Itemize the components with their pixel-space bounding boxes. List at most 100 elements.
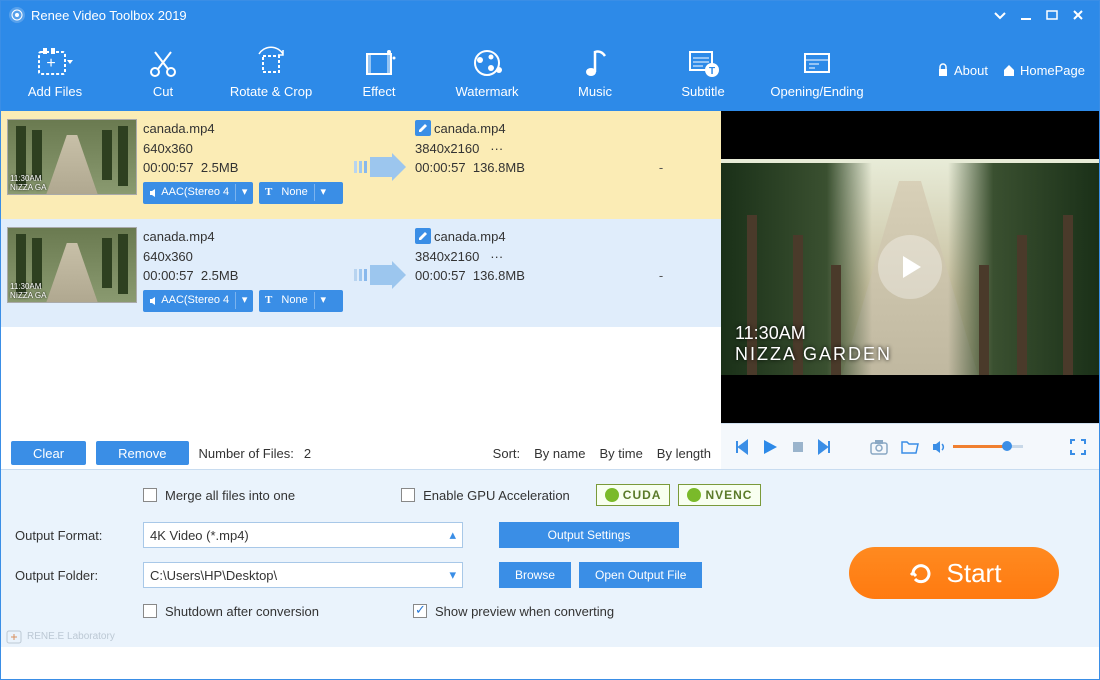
out-resolution: 3840x2160 [415, 141, 479, 156]
watermark-button[interactable]: Watermark [433, 42, 541, 99]
toolbtn-label: Add Files [1, 84, 109, 99]
speaker-icon [149, 296, 158, 306]
next-track-button[interactable] [817, 439, 833, 455]
play-button[interactable] [761, 438, 779, 456]
preview-panel: 11:30AM NIZZA GARDEN [721, 111, 1099, 469]
file-source-meta: canada.mp4 640x360 00:00:57 2.5MB AAC(St… [143, 227, 343, 323]
audio-track-dropdown[interactable]: AAC(Stereo 4▾ [143, 290, 253, 312]
cut-button[interactable]: Cut [109, 42, 217, 99]
out-more[interactable]: ··· [490, 141, 503, 156]
file-size: 2.5MB [201, 268, 239, 283]
out-more[interactable]: ··· [490, 249, 503, 264]
file-duration: 00:00:57 [143, 268, 194, 283]
gpu-accel-checkbox[interactable] [401, 488, 415, 502]
out-name: canada.mp4 [434, 229, 506, 244]
add-files-icon: + [1, 42, 109, 84]
music-button[interactable]: Music [541, 42, 649, 99]
file-output-meta: canada.mp4 3840x2160 ··· 00:00:57 136.8M… [415, 227, 605, 323]
stop-button[interactable] [791, 440, 805, 454]
output-settings-button[interactable]: Output Settings [499, 522, 679, 548]
open-folder-button[interactable] [901, 439, 919, 455]
opening-ending-button[interactable]: Opening/Ending [757, 42, 877, 99]
out-duration: 00:00:57 [415, 160, 466, 175]
chevron-down-icon: ▾ [449, 567, 456, 583]
output-format-label: Output Format: [15, 528, 135, 543]
shutdown-label: Shutdown after conversion [165, 604, 319, 619]
edit-icon[interactable] [415, 120, 431, 136]
volume-icon [931, 439, 947, 455]
merge-all-checkbox[interactable] [143, 488, 157, 502]
preview-overlay-text: 11:30AM NIZZA GARDEN [735, 323, 892, 365]
minimize-button[interactable] [1013, 5, 1039, 25]
add-files-button[interactable]: + Add Files [1, 42, 109, 99]
file-resolution: 640x360 [143, 247, 343, 267]
watermark-icon [433, 42, 541, 84]
cuda-badge: CUDA [596, 484, 671, 506]
sort-by-name[interactable]: By name [534, 446, 585, 461]
output-format-value: 4K Video (*.mp4) [150, 528, 249, 543]
home-icon [1002, 63, 1016, 77]
close-button[interactable] [1065, 5, 1091, 25]
toolbtn-label: Subtitle [649, 84, 757, 99]
audio-track-dropdown[interactable]: AAC(Stereo 4▾ [143, 182, 253, 204]
bottom-panel: Merge all files into one Enable GPU Acce… [1, 469, 1099, 647]
toolbtn-label: Watermark [433, 84, 541, 99]
toolbtn-label: Rotate & Crop [217, 84, 325, 99]
convert-arrow-icon [349, 227, 409, 323]
file-resolution: 640x360 [143, 139, 343, 159]
file-row[interactable]: 11:30AMNIZZA GA canada.mp4 640x360 00:00… [1, 219, 721, 327]
effect-button[interactable]: Effect [325, 42, 433, 99]
chevron-up-icon: ▴ [449, 527, 456, 543]
sort-by-length[interactable]: By length [657, 446, 711, 461]
clear-button[interactable]: Clear [11, 441, 86, 465]
maximize-button[interactable] [1039, 5, 1065, 25]
preview-video[interactable]: 11:30AM NIZZA GARDEN [721, 111, 1099, 423]
list-footer: Clear Remove Number of Files: 2 Sort: By… [1, 437, 721, 469]
snapshot-button[interactable] [869, 438, 889, 456]
merge-all-label: Merge all files into one [165, 488, 295, 503]
text-track-dropdown[interactable]: T None▾ [259, 182, 343, 204]
convert-arrow-icon [349, 119, 409, 215]
menu-dropdown-icon[interactable] [987, 5, 1013, 25]
output-folder-dropdown[interactable]: C:\Users\HP\Desktop\ ▾ [143, 562, 463, 588]
file-count-value: 2 [304, 446, 311, 461]
sort-by-time[interactable]: By time [599, 446, 642, 461]
fullscreen-button[interactable] [1069, 438, 1087, 456]
gpu-accel-label: Enable GPU Acceleration [423, 488, 570, 503]
rotate-crop-button[interactable]: Rotate & Crop [217, 42, 325, 99]
shutdown-checkbox[interactable] [143, 604, 157, 618]
browse-button[interactable]: Browse [499, 562, 571, 588]
output-format-dropdown[interactable]: 4K Video (*.mp4) ▴ [143, 522, 463, 548]
text-track-dropdown[interactable]: T None▾ [259, 290, 343, 312]
start-label: Start [947, 558, 1002, 589]
toolbtn-label: Cut [109, 84, 217, 99]
volume-slider[interactable] [953, 445, 1023, 448]
nvenc-badge: NVENC [678, 484, 761, 506]
watermark-logo: RENE.E Laboratory [5, 627, 115, 645]
title-bar: Renee Video Toolbox 2019 [1, 1, 1099, 29]
opening-ending-icon [757, 42, 877, 84]
about-link[interactable]: About [936, 63, 988, 78]
file-duration: 00:00:57 [143, 160, 194, 175]
show-preview-checkbox[interactable] [413, 604, 427, 618]
start-button[interactable]: Start [849, 547, 1059, 599]
homepage-link[interactable]: HomePage [1002, 63, 1085, 78]
app-logo-icon [9, 7, 25, 23]
remove-button[interactable]: Remove [96, 441, 188, 465]
edit-icon[interactable] [415, 228, 431, 244]
out-extra: - [611, 268, 711, 283]
open-output-button[interactable]: Open Output File [579, 562, 702, 588]
out-resolution: 3840x2160 [415, 249, 479, 264]
file-thumbnail: 11:30AMNIZZA GA [7, 227, 137, 303]
play-overlay-button[interactable] [878, 235, 942, 299]
file-count-label: Number of Files: [199, 446, 294, 461]
subtitle-button[interactable]: T Subtitle [649, 42, 757, 99]
prev-track-button[interactable] [733, 439, 749, 455]
app-title: Renee Video Toolbox 2019 [31, 8, 187, 23]
volume-control[interactable] [931, 439, 1023, 455]
file-size: 2.5MB [201, 160, 239, 175]
scissors-icon [109, 42, 217, 84]
output-folder-value: C:\Users\HP\Desktop\ [150, 568, 277, 583]
effect-icon [325, 42, 433, 84]
file-row[interactable]: 11:30AMNIZZA GA canada.mp4 640x360 00:00… [1, 111, 721, 219]
